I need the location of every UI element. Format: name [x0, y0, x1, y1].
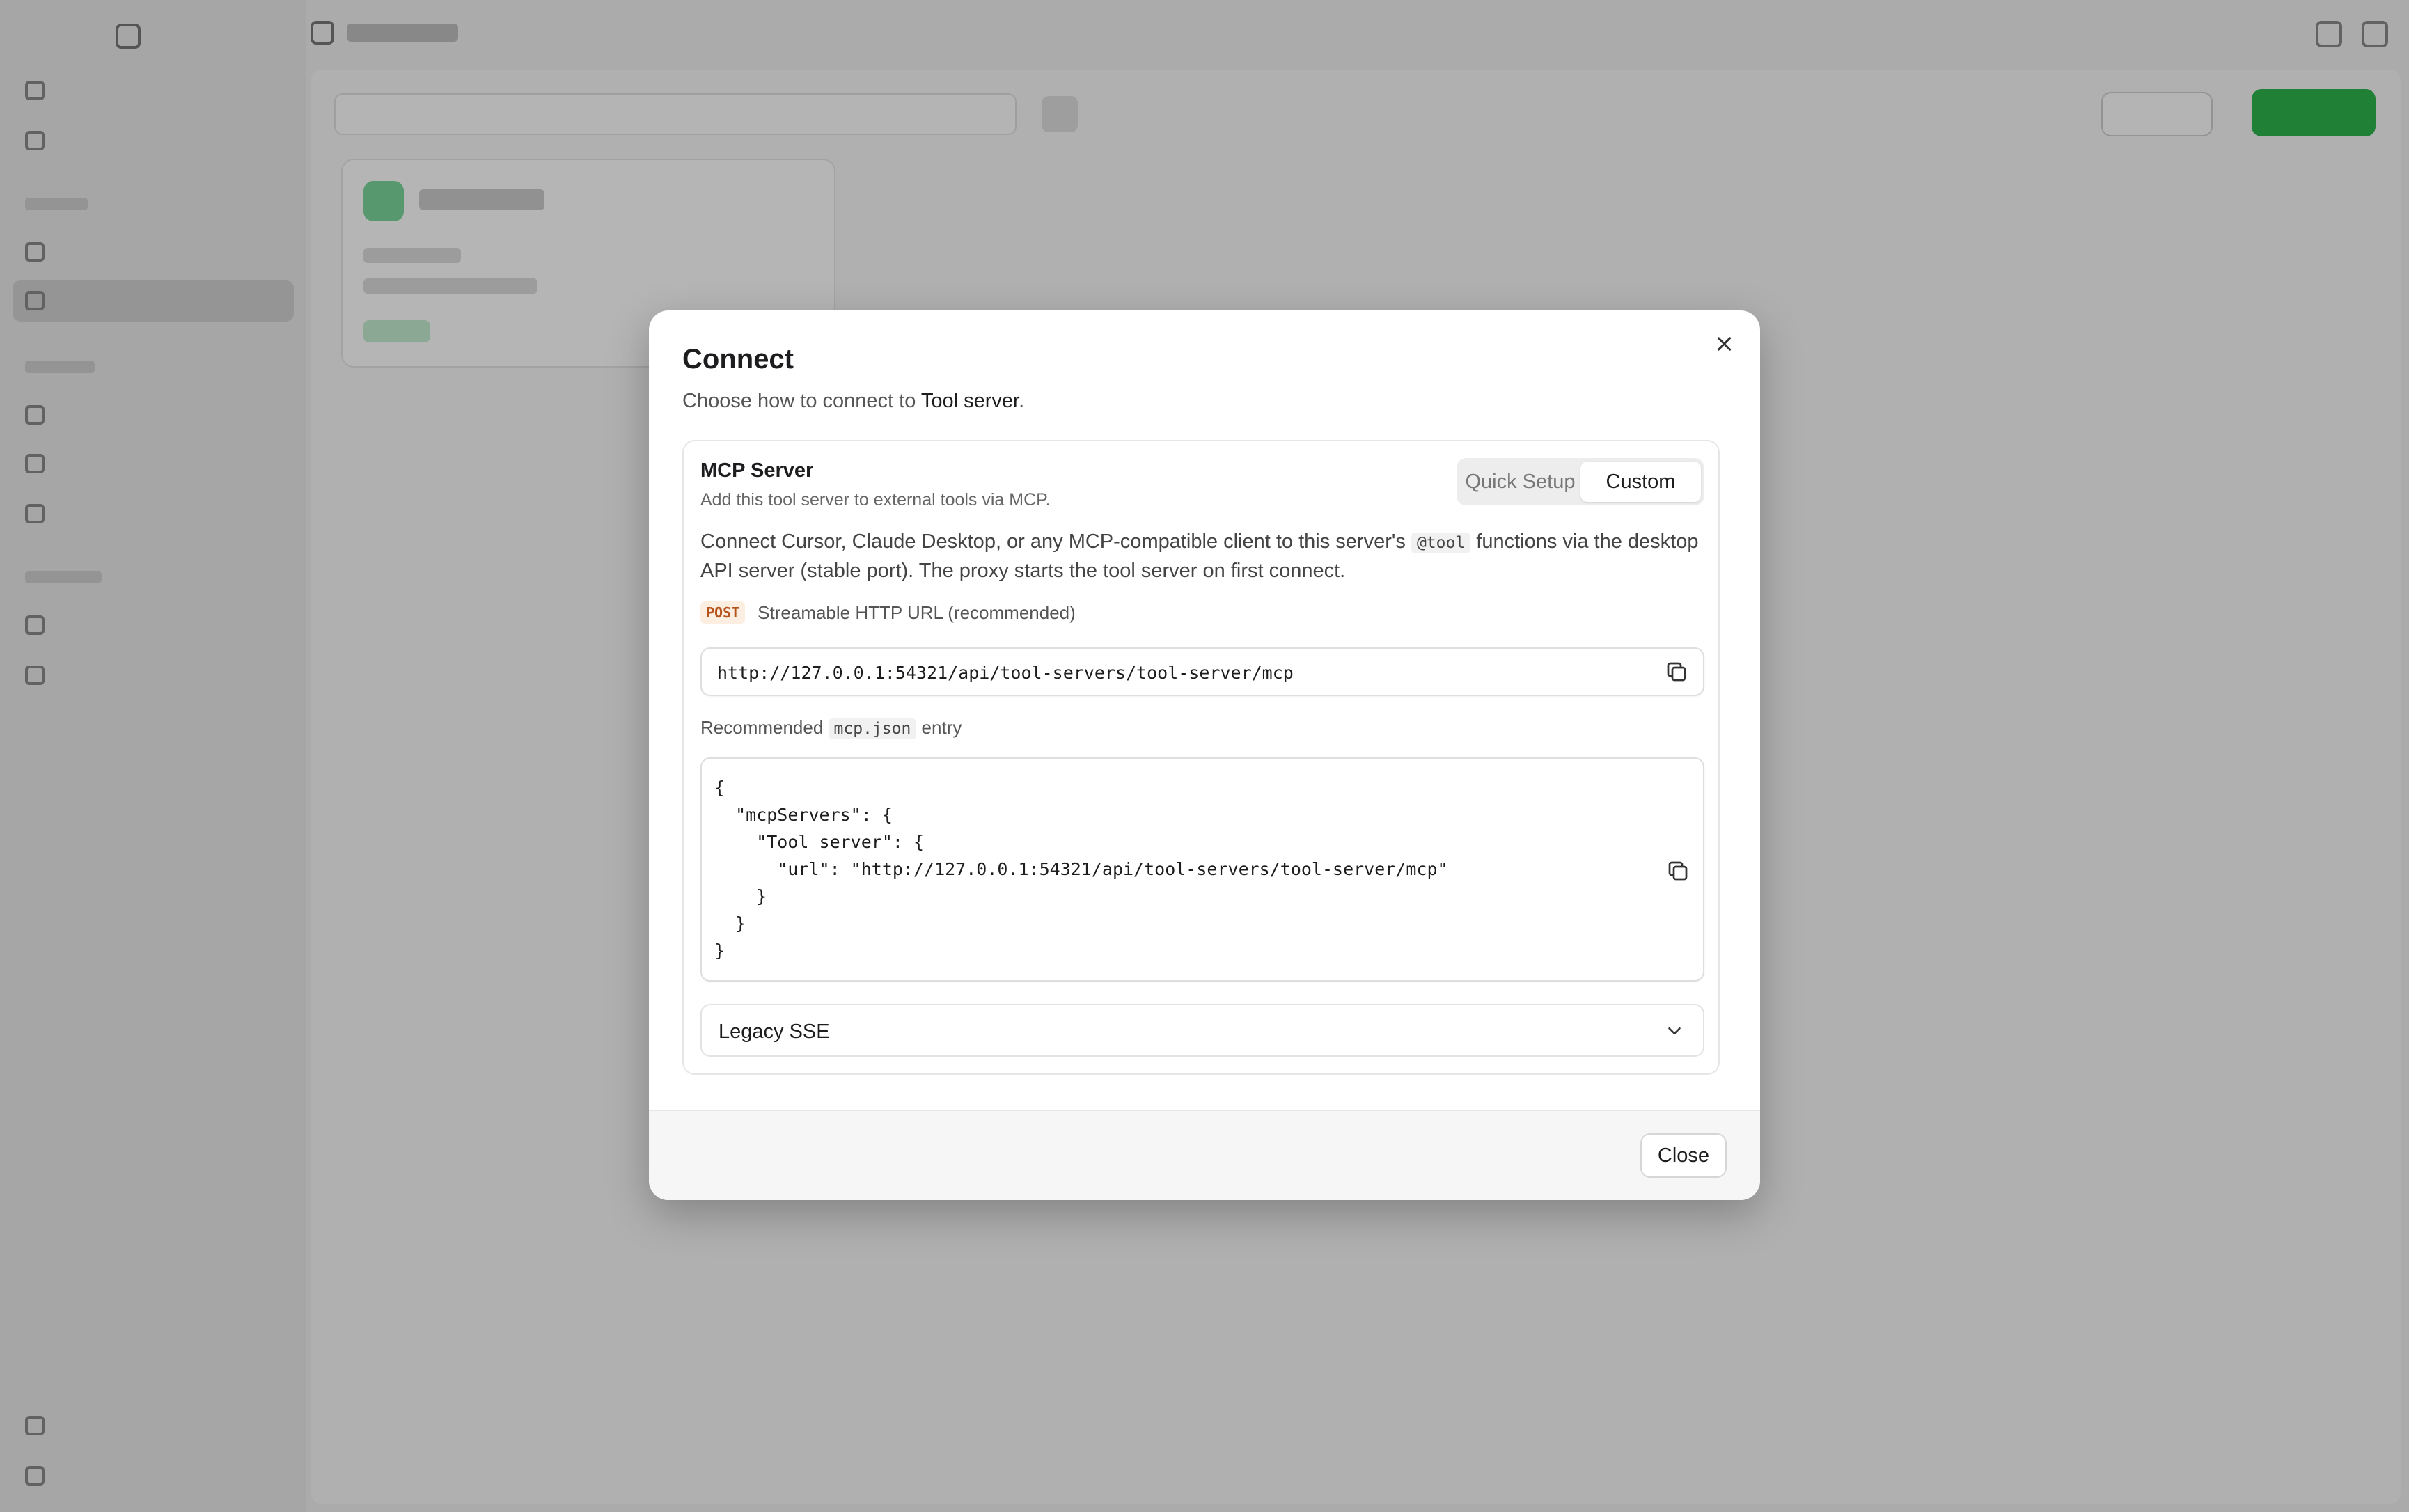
mcp-json-filename: mcp.json	[828, 718, 917, 739]
tab-custom[interactable]: Custom	[1580, 462, 1701, 502]
server-name: Tool server	[920, 390, 1019, 412]
tool-decorator-code: @tool	[1411, 533, 1471, 553]
intro-text: Connect Cursor, Claude Desktop, or any M…	[700, 530, 1699, 582]
endpoint-label-row: POST Streamable HTTP URL (recommended)	[700, 601, 1076, 624]
dialog-footer: Close	[649, 1110, 1760, 1200]
mcp-url-field[interactable]: http://127.0.0.1:54321/api/tool-servers/…	[700, 647, 1704, 696]
mcp-server-panel: MCP Server Add this tool server to exter…	[682, 440, 1720, 1075]
connect-dialog: Connect Choose how to connect to Tool se…	[649, 310, 1760, 1200]
mcp-url[interactable]: http://127.0.0.1:54321/api/tool-servers/…	[717, 663, 1294, 683]
tab-quick-setup[interactable]: Quick Setup	[1460, 462, 1580, 502]
dialog-subtitle: Choose how to connect to Tool server.	[682, 390, 1025, 412]
dialog-title: Connect	[682, 344, 794, 375]
mcp-json-code-block[interactable]: { "mcpServers": { "Tool server": { "url"…	[700, 757, 1704, 982]
setup-mode-toggle: Quick Setup Custom	[1457, 458, 1704, 505]
chevron-down-icon	[1668, 1027, 1681, 1034]
panel-description: Add this tool server to external tools v…	[700, 490, 1051, 510]
accordion-label: Legacy SSE	[719, 1021, 830, 1043]
panel-title: MCP Server	[700, 459, 814, 482]
mcp-json-snippet[interactable]: { "mcpServers": { "Tool server": { "url"…	[714, 774, 1448, 964]
copy-icon[interactable]	[1661, 657, 1692, 688]
legacy-sse-accordion[interactable]: Legacy SSE	[700, 1004, 1704, 1057]
copy-icon[interactable]	[1663, 856, 1693, 887]
recommended-entry-label: Recommended mcp.json entry	[700, 717, 962, 739]
close-icon[interactable]	[1707, 327, 1741, 361]
close-button[interactable]: Close	[1640, 1133, 1727, 1178]
endpoint-label: Streamable HTTP URL (recommended)	[758, 601, 1076, 623]
method-badge: POST	[700, 601, 746, 624]
